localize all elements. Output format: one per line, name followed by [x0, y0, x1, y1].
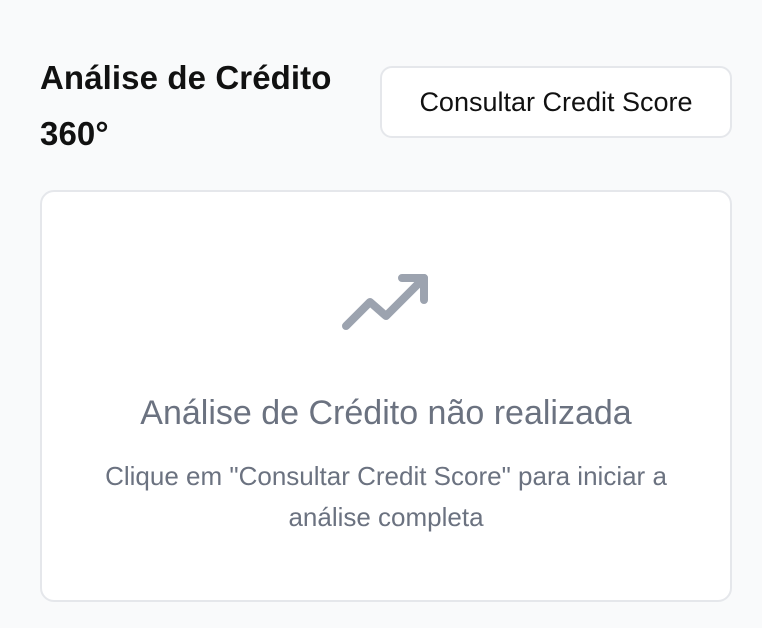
empty-state-card: Análise de Crédito não realizada Clique … [40, 190, 732, 602]
page-title: Análise de Crédito 360° [40, 59, 332, 152]
consult-credit-score-button[interactable]: Consultar Credit Score [380, 66, 732, 138]
page-header: Análise de Crédito 360° Consultar Credit… [40, 50, 732, 162]
empty-state-title: Análise de Crédito não realizada [140, 394, 632, 432]
empty-state-description: Clique em "Consultar Credit Score" para … [105, 461, 667, 532]
trending-up-icon [342, 274, 428, 330]
